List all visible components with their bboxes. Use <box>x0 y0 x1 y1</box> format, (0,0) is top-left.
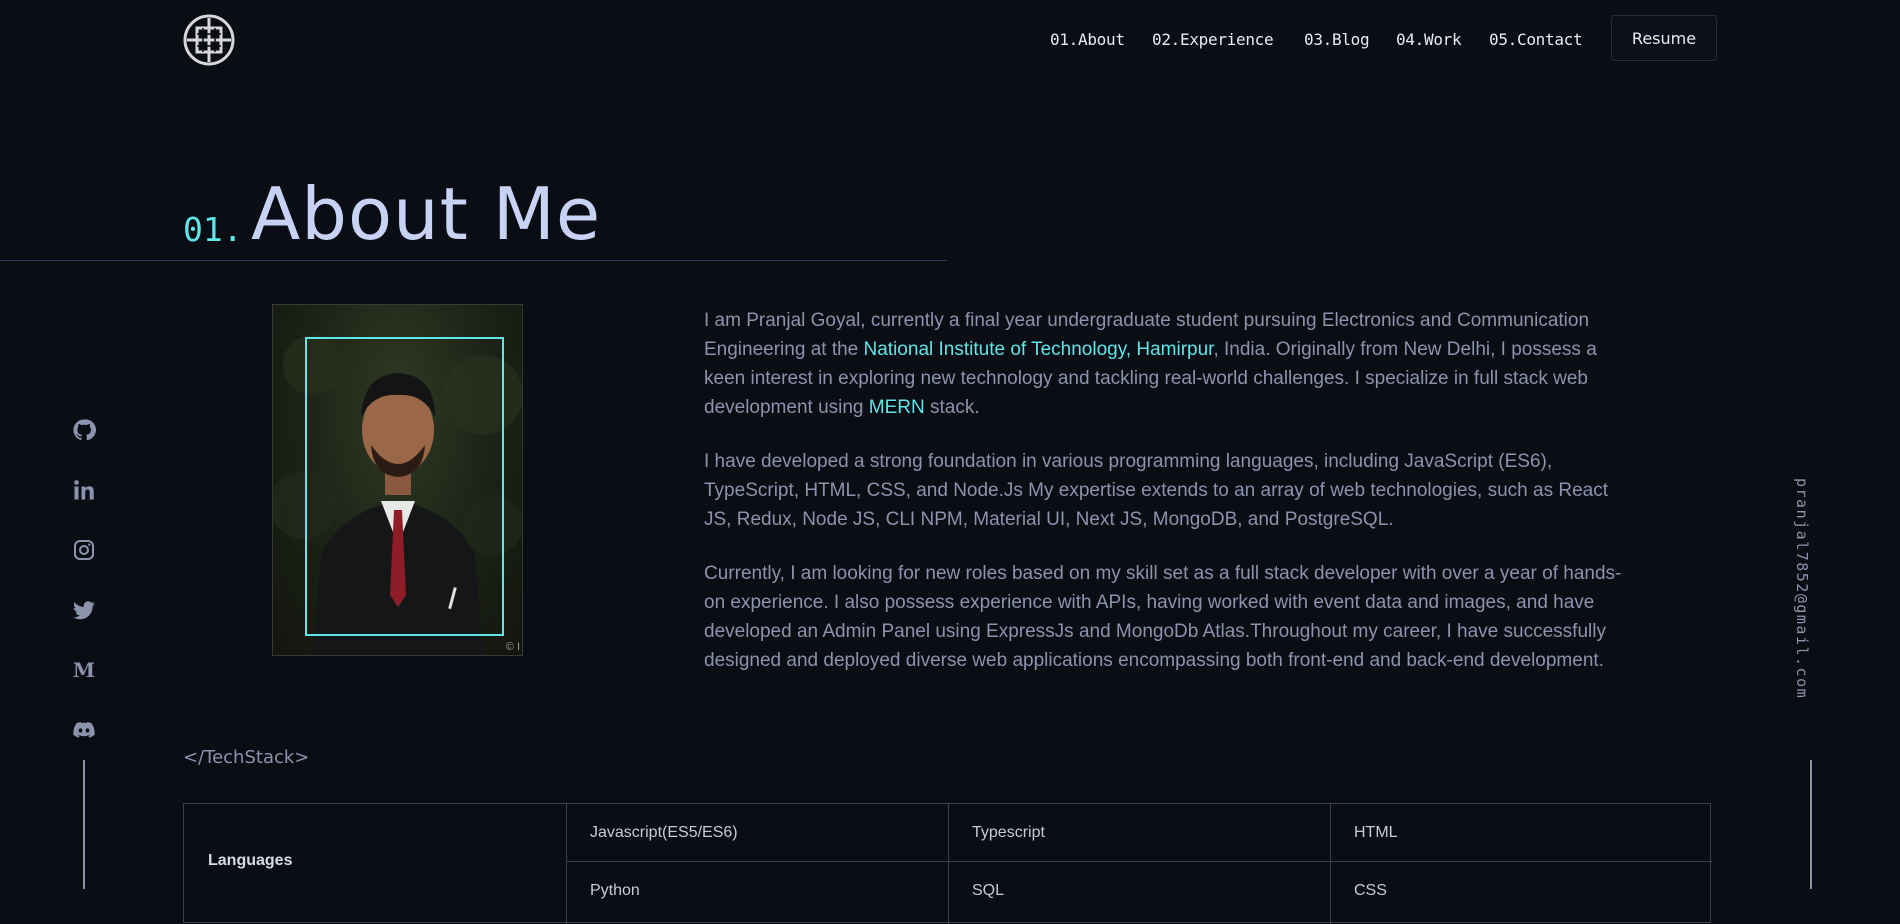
instagram-icon[interactable] <box>72 538 96 562</box>
github-icon[interactable] <box>72 418 96 442</box>
about-bio: I am Pranjal Goyal, currently a final ye… <box>704 306 1624 700</box>
techstack-title: </TechStack> <box>183 747 310 768</box>
techstack-table: Languages Javascript(ES5/ES6) Typescript… <box>183 803 1712 924</box>
twitter-icon[interactable] <box>72 598 96 622</box>
section-divider <box>0 260 947 261</box>
table-cell: HTML <box>1354 823 1398 841</box>
bio-paragraph-3: Currently, I am looking for new roles ba… <box>704 563 1622 671</box>
table-cell: SQL <box>972 881 1005 899</box>
techstack-category: Languages <box>208 852 293 869</box>
nav-contact[interactable]: 05.Contact <box>1489 30 1583 49</box>
linkedin-icon[interactable] <box>72 478 96 502</box>
discord-icon[interactable] <box>72 718 96 742</box>
nav-blog[interactable]: 03.Blog <box>1304 30 1370 49</box>
bio-paragraph-2: I have developed a strong foundation in … <box>704 451 1608 530</box>
right-vertical-line <box>1810 760 1812 889</box>
table-cell: Typescript <box>972 823 1045 841</box>
left-vertical-line <box>83 760 85 889</box>
nav-about[interactable]: 01.About <box>1050 30 1125 49</box>
table-cell: Javascript(ES5/ES6) <box>590 823 738 841</box>
nav-work[interactable]: 04.Work <box>1396 30 1462 49</box>
medium-icon[interactable]: M <box>72 658 96 682</box>
bio-text: stack. <box>924 397 980 418</box>
nav-experience[interactable]: 02.Experience <box>1152 30 1274 49</box>
mern-link[interactable]: MERN <box>869 397 925 418</box>
photo-accent-frame <box>305 337 504 636</box>
page-title: About Me <box>251 172 602 256</box>
resume-button[interactable]: Resume <box>1611 15 1717 61</box>
email-link[interactable]: pranjal7852@gmail.com <box>1793 478 1811 699</box>
photo-credit: © I <box>505 641 520 653</box>
bio-paragraph-1: I am Pranjal Goyal, currently a final ye… <box>704 306 1624 422</box>
table-cell: CSS <box>1354 881 1387 899</box>
section-number: 01. <box>183 210 243 249</box>
profile-photo: © I <box>272 304 523 656</box>
nit-hamirpur-link[interactable]: National Institute of Technology, Hamirp… <box>864 339 1214 360</box>
table-cell: Python <box>590 881 640 899</box>
svg-text:M: M <box>73 658 95 682</box>
